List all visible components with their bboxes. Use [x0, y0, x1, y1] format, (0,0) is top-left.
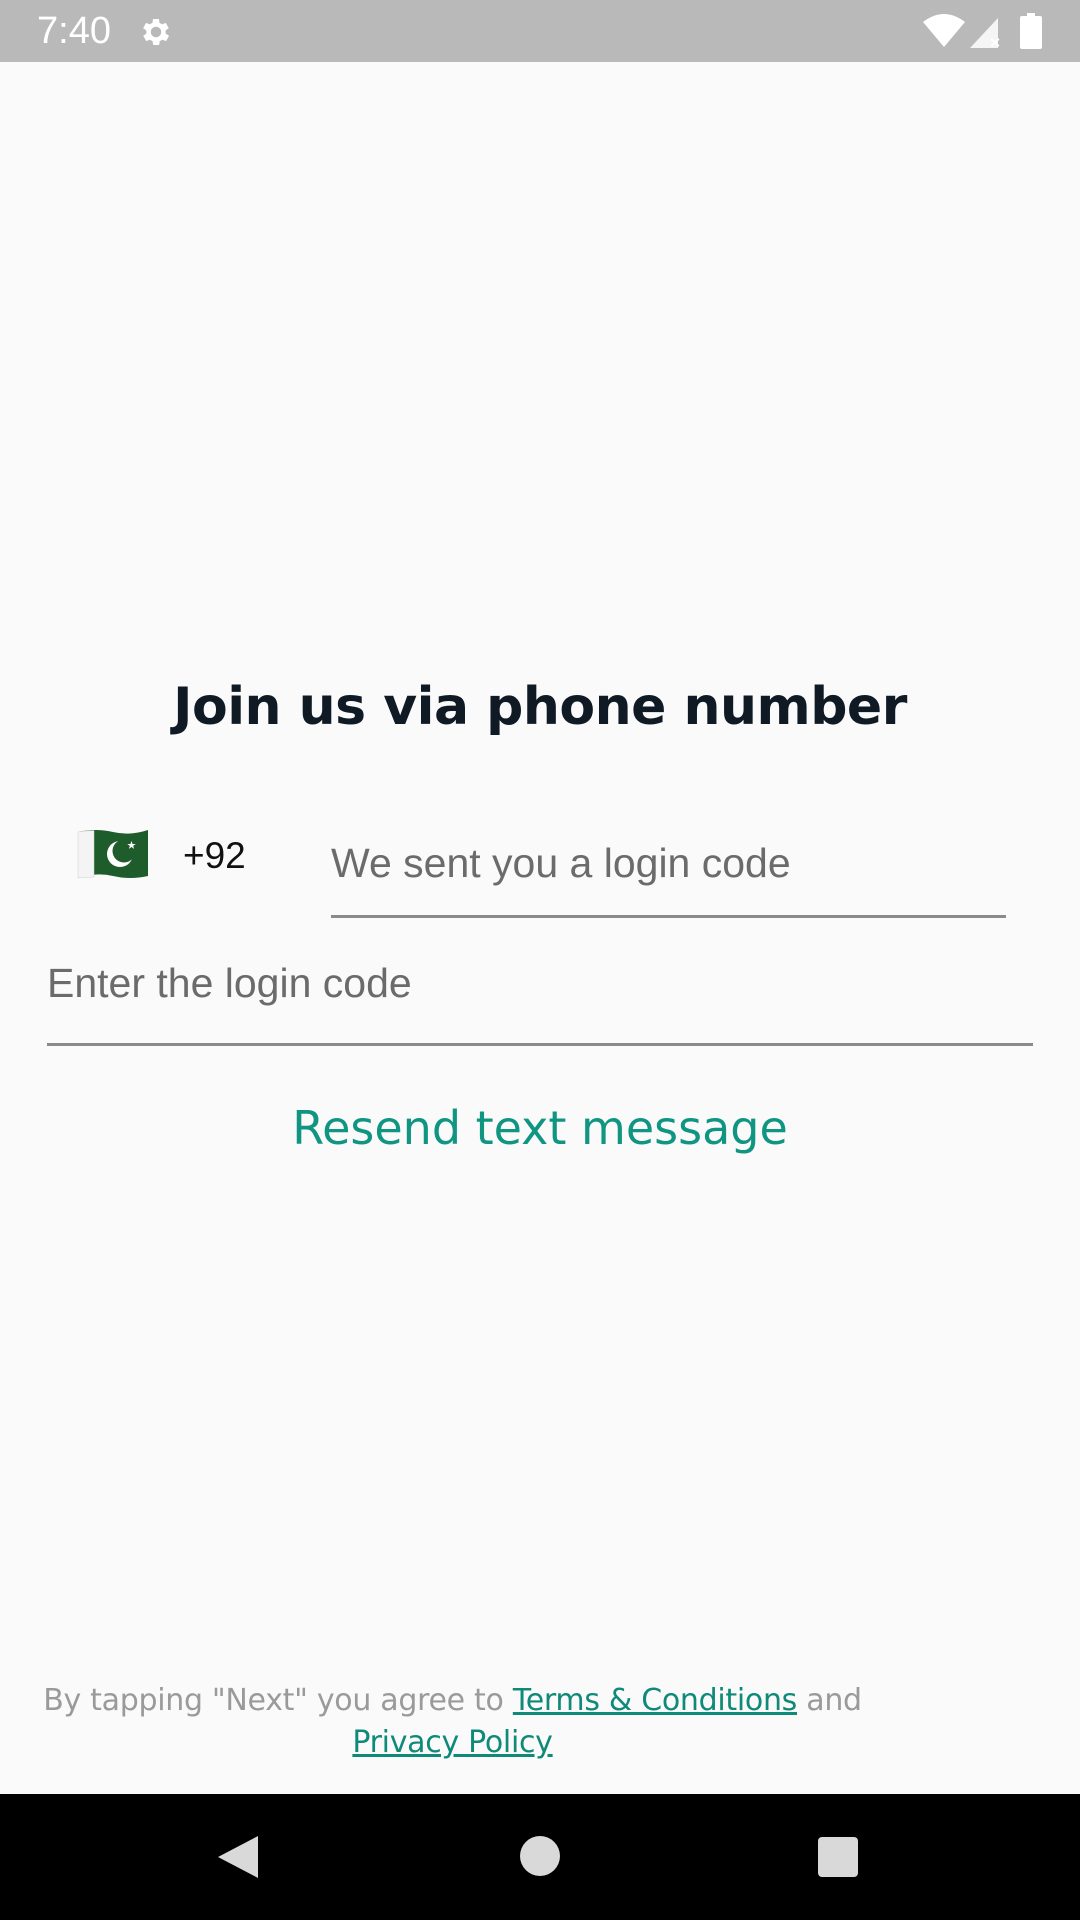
signal-icon — [970, 18, 1000, 48]
phone-number-placeholder: We sent you a login code — [331, 840, 791, 886]
page-title: Join us via phone number — [173, 677, 907, 737]
phone-number-field[interactable]: We sent you a login code — [331, 820, 1006, 918]
terms-conditions-link[interactable]: Terms & Conditions — [513, 1683, 798, 1718]
battery-icon — [1020, 13, 1042, 49]
home-icon[interactable] — [520, 1836, 560, 1876]
status-bar: 7:40 — [0, 0, 1080, 62]
gear-icon — [143, 18, 170, 46]
login-code-field[interactable]: Enter the login code — [47, 946, 1033, 1046]
resend-text-message-button[interactable]: Resend text message — [0, 1097, 1080, 1159]
country-code[interactable]: +92 — [183, 834, 246, 878]
login-screen: 7:40 Join us via phone number +92 We sen… — [0, 0, 1080, 1920]
legal-prefix: By tapping "Next" you agree to — [43, 1683, 513, 1718]
login-code-placeholder: Enter the login code — [47, 960, 412, 1006]
pakistan-flag-icon[interactable] — [76, 826, 150, 882]
recents-icon[interactable] — [818, 1837, 858, 1877]
back-icon[interactable] — [216, 1834, 260, 1880]
legal-notice: By tapping "Next" you agree to Terms & C… — [30, 1680, 875, 1764]
navigation-bar — [0, 1794, 1080, 1920]
legal-conjunction: and — [797, 1683, 862, 1718]
wifi-icon — [923, 14, 965, 47]
status-time: 7:40 — [37, 10, 111, 52]
privacy-policy-link[interactable]: Privacy Policy — [352, 1725, 553, 1760]
